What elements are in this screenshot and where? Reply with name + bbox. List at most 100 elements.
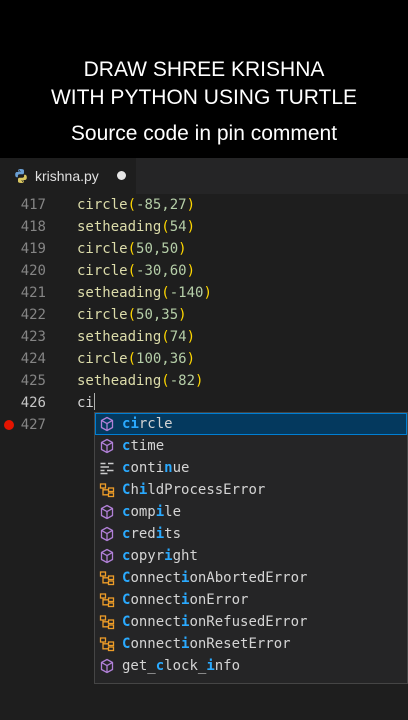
method-icon <box>100 526 114 542</box>
paren-close: ) <box>186 219 196 235</box>
keyword-icon <box>100 462 114 475</box>
paren-open: ( <box>161 285 170 301</box>
class-icon <box>99 637 115 652</box>
caption-line-3: Source code in pin comment <box>70 122 338 145</box>
code-line[interactable]: 422 circle(50,35) <box>0 304 408 326</box>
function-name: setheading <box>77 329 162 345</box>
code-text: setheading(74) <box>77 326 195 348</box>
line-number: 423 <box>20 329 46 345</box>
tab-krishna-py[interactable]: krishna.py <box>0 158 136 194</box>
function-name: circle <box>77 307 128 323</box>
suggestion-label: circle <box>122 416 173 432</box>
text-cursor <box>93 393 95 410</box>
paren-open: ( <box>161 219 170 235</box>
line-number: 424 <box>20 351 46 367</box>
code-line[interactable]: 417 circle(-85,27) <box>0 194 408 216</box>
code-line[interactable]: 419 circle(50,50) <box>0 238 408 260</box>
suggestion-item[interactable]: circle <box>95 413 407 435</box>
line-number: 425 <box>20 373 46 389</box>
suggestion-label: credits <box>122 526 182 542</box>
line-number: 427 <box>20 417 46 433</box>
line-number: 426 <box>20 395 46 411</box>
method-icon <box>100 416 114 432</box>
line-number: 420 <box>20 263 46 279</box>
line-number: 417 <box>20 197 46 213</box>
code-line[interactable]: 424 circle(100,36) <box>0 348 408 370</box>
line-number: 419 <box>20 241 46 257</box>
suggestion-label: compile <box>122 504 182 520</box>
line-number: 422 <box>20 307 46 323</box>
code-line[interactable]: 421 setheading(-140) <box>0 282 408 304</box>
suggestion-item[interactable]: continue <box>95 457 407 479</box>
suggestion-item[interactable]: ConnectionRefusedError <box>95 611 407 633</box>
suggestion-label: ConnectionResetError <box>122 636 291 652</box>
code-text: setheading(-82) <box>77 370 203 392</box>
function-name: circle <box>77 351 128 367</box>
call-arguments: -30,60 <box>136 263 187 279</box>
suggestion-label: get_clock_info <box>122 658 241 674</box>
code-text: circle(50,50) <box>77 238 187 260</box>
code-text: setheading(-140) <box>77 282 212 304</box>
paren-open: ( <box>127 263 137 279</box>
function-name: circle <box>77 241 128 257</box>
suggestion-item[interactable]: ConnectionAbortedError <box>95 567 407 589</box>
function-name: setheading <box>77 285 162 301</box>
call-arguments: 54 <box>169 219 187 235</box>
function-name: circle <box>77 263 128 279</box>
paren-close: ) <box>203 285 212 301</box>
code-text: circle(50,35) <box>77 304 187 326</box>
method-icon <box>100 548 114 564</box>
code-line[interactable]: 420 circle(-30,60) <box>0 260 408 282</box>
function-name: circle <box>77 197 128 213</box>
code-text: circle(-85,27) <box>77 194 195 216</box>
suggestion-label: ConnectionError <box>122 592 249 608</box>
unsaved-dot-icon[interactable] <box>117 171 126 180</box>
paren-open: ( <box>127 307 137 323</box>
paren-open: ( <box>127 351 137 367</box>
code-text: ci <box>77 393 95 411</box>
suggestion-item[interactable]: ConnectionError <box>95 589 407 611</box>
suggestion-item[interactable]: credits <box>95 523 407 545</box>
method-icon <box>100 658 114 674</box>
code-line[interactable]: 423 setheading(74) <box>0 326 408 348</box>
suggestion-label: copyright <box>122 548 198 564</box>
class-icon <box>99 483 115 498</box>
paren-close: ) <box>186 197 196 213</box>
code-text: circle(-30,60) <box>77 260 195 282</box>
call-arguments: 50,35 <box>136 307 179 323</box>
suggestion-item[interactable]: ConnectionResetError <box>95 633 407 655</box>
call-arguments: 50,50 <box>136 241 179 257</box>
code-line-current[interactable]: 426 ci <box>0 392 408 414</box>
suggestion-item[interactable]: copyright <box>95 545 407 567</box>
function-name: setheading <box>77 219 162 235</box>
code-text: circle(100,36) <box>77 348 195 370</box>
python-icon <box>15 169 27 183</box>
function-name: setheading <box>77 373 162 389</box>
code-text: setheading(54) <box>77 216 195 238</box>
suggestion-item[interactable]: compile <box>95 501 407 523</box>
call-arguments: -85,27 <box>136 197 187 213</box>
call-arguments: 100,36 <box>136 351 187 367</box>
editor-tab-bar: krishna.py <box>0 158 408 194</box>
code-line[interactable]: 425 setheading(-82) <box>0 370 408 392</box>
video-caption-title: DRAW SHREE KRISHNA WITH PYTHON USING TUR… <box>0 56 408 112</box>
method-icon <box>100 438 114 454</box>
suggestion-label: ctime <box>122 438 165 454</box>
call-arguments: -140 <box>169 285 204 301</box>
paren-open: ( <box>127 241 137 257</box>
line-number: 418 <box>20 219 46 235</box>
paren-close: ) <box>178 307 187 323</box>
class-icon <box>99 593 115 608</box>
suggestion-item[interactable]: ChildProcessError <box>95 479 407 501</box>
class-icon <box>99 571 115 586</box>
paren-open: ( <box>161 329 170 345</box>
method-icon <box>100 504 114 520</box>
suggestion-item[interactable]: get_clock_info <box>95 655 407 677</box>
caption-line-1: DRAW SHREE KRISHNA <box>83 58 325 81</box>
suggestion-item[interactable]: ctime <box>95 435 407 457</box>
code-line[interactable]: 418 setheading(54) <box>0 216 408 238</box>
autocomplete-suggestion-list[interactable]: circle ctime continue ChildProcessError comp… <box>94 412 408 684</box>
paren-close: ) <box>186 329 196 345</box>
paren-open: ( <box>161 373 170 389</box>
class-icon <box>99 615 115 630</box>
